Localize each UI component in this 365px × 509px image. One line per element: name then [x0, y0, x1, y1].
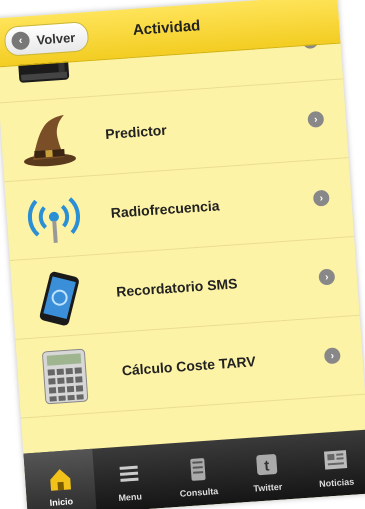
menu-list-icon [119, 465, 139, 482]
chevron-right-icon: › [312, 189, 330, 207]
svg-text:t: t [263, 458, 269, 475]
list-item-label: Radiofrecuencia [110, 197, 221, 221]
newspaper-icon [323, 450, 347, 470]
tab-inicio[interactable]: Inicio [23, 448, 97, 509]
server-icon [189, 458, 206, 481]
tab-consulta[interactable]: Consulta [161, 439, 234, 508]
tab-twitter[interactable]: t Twitter [230, 434, 303, 503]
calculator-icon [42, 348, 89, 405]
tab-label: Menu [118, 491, 143, 504]
tab-label: Noticias [318, 476, 355, 490]
tab-menu[interactable]: Menu [92, 444, 165, 509]
list-item-label: Predictor [104, 121, 168, 143]
mobile-phone-icon [39, 271, 79, 326]
tab-label: Twitter [253, 481, 283, 494]
list-item-label: Recordatorio SMS [115, 275, 238, 300]
list-item-label: Cálculo Coste TARV [121, 353, 257, 379]
activity-list: › Predictor › [0, 0, 365, 453]
tab-label: Inicio [49, 496, 74, 508]
twitter-icon: t [255, 454, 277, 476]
screenshot-stage: ‹ Volver Actividad › [0, 0, 365, 509]
chevron-right-icon: › [307, 110, 325, 128]
radio-signal-icon [27, 197, 80, 243]
tab-noticias[interactable]: Noticias [299, 430, 365, 499]
chevron-right-icon: › [318, 268, 336, 286]
page-title: Actividad [132, 17, 201, 39]
home-icon [49, 469, 71, 491]
wizard-hat-icon [24, 114, 76, 167]
tab-label: Consulta [179, 486, 219, 499]
chevron-right-icon: › [323, 347, 341, 365]
app-screen: ‹ Volver Actividad › [0, 0, 365, 509]
